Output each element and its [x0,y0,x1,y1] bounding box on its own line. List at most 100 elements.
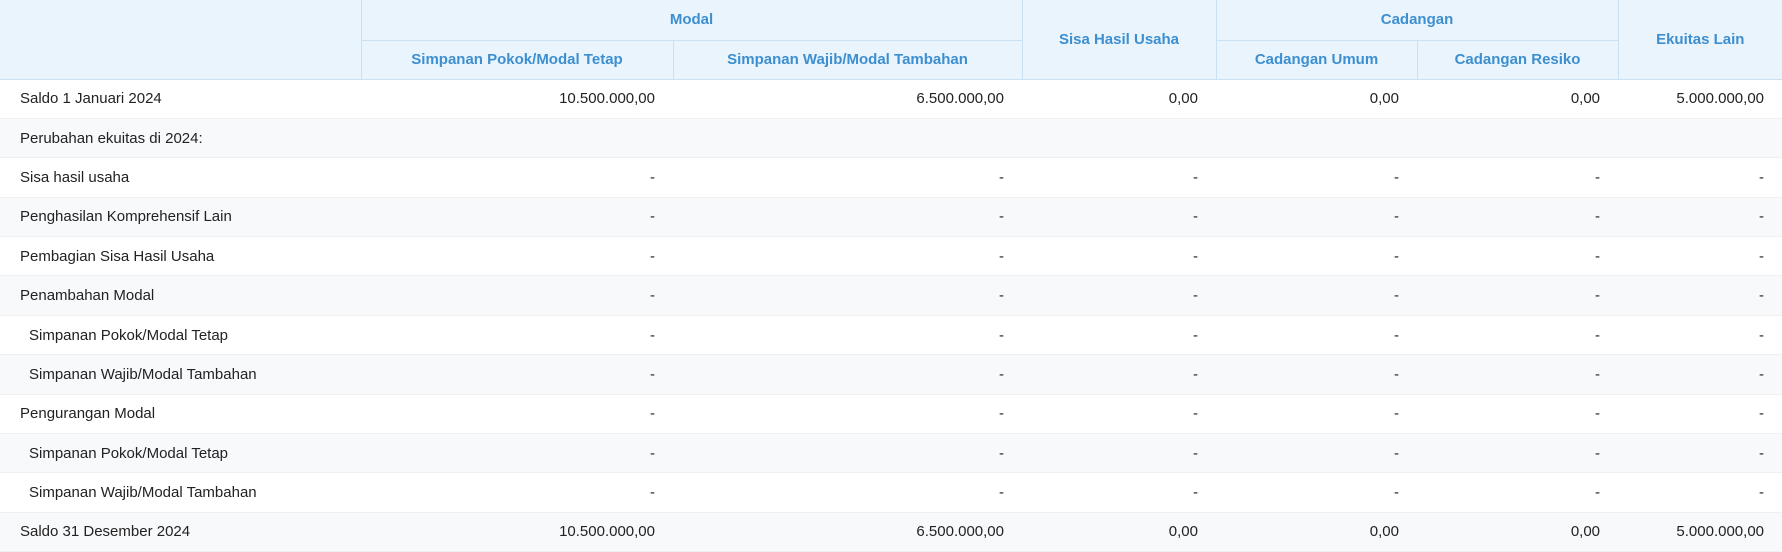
header-simpanan-pokok: Simpanan Pokok/Modal Tetap [360,40,673,80]
row-label: Saldo 31 Desember 2024 [0,512,361,552]
cell-sisa-hasil-usaha [1022,118,1216,159]
cell-sisa-hasil-usaha: - [1022,315,1216,356]
cell-simpanan-wajib: - [673,236,1022,277]
cell-cadangan-umum: - [1216,275,1417,316]
row-label: Sisa hasil usaha [0,157,361,198]
cell-simpanan-pokok: - [361,275,673,316]
cell-simpanan-pokok: - [361,315,673,356]
row-label: Perubahan ekuitas di 2024: [0,118,361,159]
cell-simpanan-wajib: - [673,354,1022,395]
cell-cadangan-umum: - [1216,394,1417,435]
row-label: Simpanan Pokok/Modal Tetap [0,433,361,474]
cell-simpanan-pokok: 10.500.000,00 [361,79,673,119]
cell-simpanan-pokok: - [361,236,673,277]
cell-sisa-hasil-usaha: - [1022,433,1216,474]
cell-ekuitas-lain: - [1618,315,1782,356]
header-sisa-hasil-usaha: Sisa Hasil Usaha [1021,0,1216,80]
cell-simpanan-wajib: 6.500.000,00 [673,79,1022,119]
cell-ekuitas-lain: - [1618,157,1782,198]
cell-simpanan-wajib: 6.500.000,00 [673,512,1022,552]
cell-simpanan-pokok: - [361,472,673,513]
header-ekuitas-lain: Ekuitas Lain [1617,0,1782,80]
table-row: Saldo 1 Januari 2024 10.500.000,00 6.500… [0,79,1782,119]
cell-ekuitas-lain: 5.000.000,00 [1618,512,1782,552]
table-row: Simpanan Wajib/Modal Tambahan - - - - - … [0,354,1782,395]
cell-simpanan-pokok: - [361,354,673,395]
cell-cadangan-resiko: - [1417,433,1619,474]
cell-ekuitas-lain: - [1618,197,1782,238]
cell-cadangan-umum: - [1216,472,1417,513]
cell-cadangan-umum: 0,00 [1216,512,1417,552]
cell-cadangan-umum: - [1216,315,1417,356]
cell-simpanan-pokok: - [361,394,673,435]
cell-simpanan-wajib: - [673,472,1022,513]
cell-cadangan-resiko: 0,00 [1417,79,1619,119]
header-cadangan-resiko: Cadangan Resiko [1416,40,1619,80]
cell-simpanan-wajib [673,118,1022,159]
table-row: Penambahan Modal - - - - - - [0,275,1782,316]
cell-cadangan-umum: - [1216,197,1417,238]
header-row-groups: Modal Sisa Hasil Usaha Cadangan Ekuitas … [0,0,1782,80]
cell-simpanan-wajib: - [673,315,1022,356]
cell-simpanan-wajib: - [673,275,1022,316]
cell-cadangan-resiko: - [1417,354,1619,395]
cell-ekuitas-lain: - [1618,236,1782,277]
cell-ekuitas-lain [1618,118,1782,159]
cell-simpanan-pokok: - [361,157,673,198]
table-row: Saldo 31 Desember 2024 10.500.000,00 6.5… [0,512,1782,552]
cell-simpanan-wajib: - [673,197,1022,238]
header-cadangan-umum: Cadangan Umum [1215,40,1417,80]
cell-sisa-hasil-usaha: 0,00 [1022,79,1216,119]
cell-cadangan-resiko: 0,00 [1417,512,1619,552]
cell-sisa-hasil-usaha: - [1022,354,1216,395]
cell-simpanan-pokok: - [361,433,673,474]
header-group-modal: Modal [360,0,1022,41]
cell-ekuitas-lain: - [1618,472,1782,513]
table-row: Simpanan Pokok/Modal Tetap - - - - - - [0,433,1782,474]
cell-sisa-hasil-usaha: - [1022,394,1216,435]
cell-ekuitas-lain: - [1618,354,1782,395]
cell-cadangan-umum: - [1216,157,1417,198]
cell-sisa-hasil-usaha: - [1022,472,1216,513]
cell-cadangan-resiko: - [1417,275,1619,316]
cell-cadangan-resiko: - [1417,157,1619,198]
row-label: Pengurangan Modal [0,394,361,435]
table-row: Simpanan Wajib/Modal Tambahan - - - - - … [0,472,1782,513]
row-label: Simpanan Pokok/Modal Tetap [0,315,361,356]
header-simpanan-wajib: Simpanan Wajib/Modal Tambahan [672,40,1022,80]
cell-cadangan-umum: - [1216,236,1417,277]
cell-cadangan-umum [1216,118,1417,159]
row-label: Pembagian Sisa Hasil Usaha [0,236,361,277]
cell-ekuitas-lain: 5.000.000,00 [1618,79,1782,119]
cell-cadangan-resiko: - [1417,236,1619,277]
table-row: Pembagian Sisa Hasil Usaha - - - - - - [0,236,1782,277]
cell-sisa-hasil-usaha: - [1022,275,1216,316]
cell-ekuitas-lain: - [1618,275,1782,316]
cell-cadangan-resiko: - [1417,394,1619,435]
table-row: Penghasilan Komprehensif Lain - - - - - … [0,197,1782,238]
cell-simpanan-pokok [361,118,673,159]
cell-simpanan-pokok: 10.500.000,00 [361,512,673,552]
cell-simpanan-wajib: - [673,394,1022,435]
row-label: Penghasilan Komprehensif Lain [0,197,361,238]
table-row: Simpanan Pokok/Modal Tetap - - - - - - [0,315,1782,356]
row-label: Penambahan Modal [0,275,361,316]
equity-changes-table: Modal Sisa Hasil Usaha Cadangan Ekuitas … [0,0,1782,552]
row-label: Simpanan Wajib/Modal Tambahan [0,472,361,513]
cell-sisa-hasil-usaha: 0,00 [1022,512,1216,552]
cell-sisa-hasil-usaha: - [1022,236,1216,277]
cell-simpanan-wajib: - [673,157,1022,198]
header-corner-cell [0,0,361,80]
row-label: Simpanan Wajib/Modal Tambahan [0,354,361,395]
cell-simpanan-wajib: - [673,433,1022,474]
cell-cadangan-umum: - [1216,354,1417,395]
row-label: Saldo 1 Januari 2024 [0,79,361,119]
cell-ekuitas-lain: - [1618,433,1782,474]
cell-sisa-hasil-usaha: - [1022,157,1216,198]
cell-cadangan-umum: 0,00 [1216,79,1417,119]
header-group-cadangan: Cadangan [1215,0,1619,41]
table-row: Perubahan ekuitas di 2024: [0,118,1782,159]
cell-ekuitas-lain: - [1618,394,1782,435]
cell-cadangan-resiko: - [1417,197,1619,238]
cell-sisa-hasil-usaha: - [1022,197,1216,238]
